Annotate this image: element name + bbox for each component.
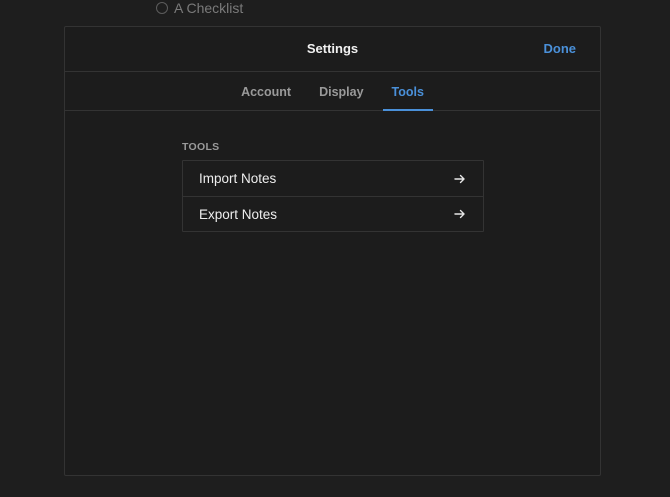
- export-notes-button[interactable]: Export Notes: [183, 196, 483, 231]
- section-label: TOOLS: [182, 141, 220, 153]
- background-checklist-item: A Checklist: [156, 0, 243, 16]
- arrow-right-icon: [454, 174, 465, 183]
- tools-list: Import Notes Export Notes: [182, 160, 484, 232]
- tab-account[interactable]: Account: [227, 72, 305, 110]
- modal-header: Settings Done: [65, 27, 600, 72]
- tab-display[interactable]: Display: [305, 72, 377, 110]
- checkbox-circle-icon: [156, 2, 168, 14]
- tools-section: TOOLS Import Notes Export Notes: [182, 141, 484, 232]
- import-notes-label: Import Notes: [199, 171, 277, 186]
- done-button[interactable]: Done: [544, 27, 577, 71]
- export-notes-label: Export Notes: [199, 206, 278, 222]
- checklist-item-label: A Checklist: [174, 0, 244, 16]
- settings-tabs: Account Display Tools: [65, 72, 600, 111]
- tab-tools[interactable]: Tools: [378, 72, 438, 111]
- modal-title: Settings: [306, 41, 359, 56]
- arrow-right-icon: [454, 209, 465, 219]
- settings-modal: Settings Done Account Display Tools TOOL…: [64, 26, 601, 476]
- import-notes-button[interactable]: Import Notes: [183, 161, 483, 196]
